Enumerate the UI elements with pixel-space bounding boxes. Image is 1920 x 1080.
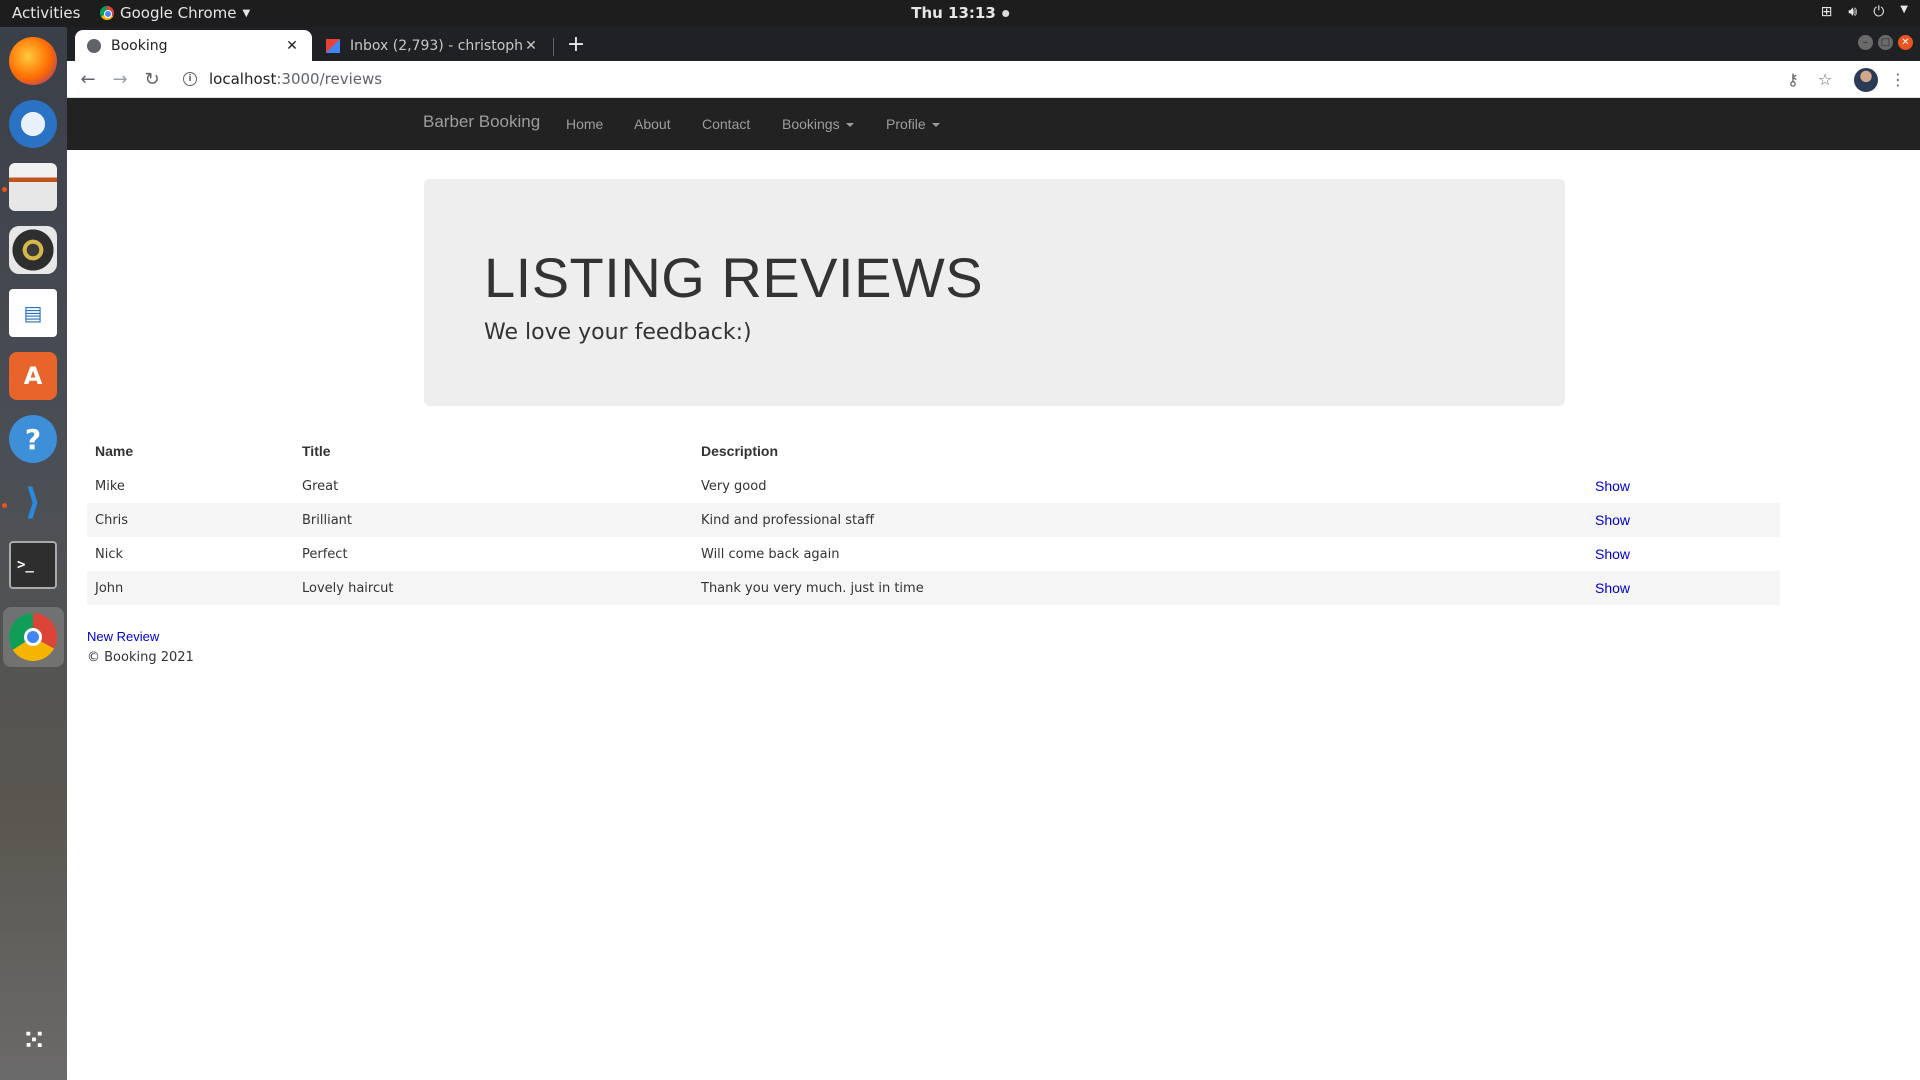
vscode-icon[interactable]: ⟩ xyxy=(9,478,57,526)
table-row: Nick Perfect Will come back again Show xyxy=(87,537,1780,571)
cell-name: Nick xyxy=(95,546,124,562)
nav-profile-label: Profile xyxy=(886,116,926,132)
nav-bookings-dropdown[interactable]: Bookings xyxy=(782,116,854,132)
chrome-icon[interactable] xyxy=(9,613,57,661)
cell-title: Lovely haircut xyxy=(302,580,394,596)
cell-title: Brilliant xyxy=(302,512,353,528)
terminal-icon[interactable]: >_ xyxy=(9,541,57,589)
app-menu-label: Google Chrome xyxy=(120,4,237,22)
chevron-down-icon: ▼ xyxy=(242,7,251,19)
minimize-button[interactable]: – xyxy=(1858,35,1873,50)
chrome-icon xyxy=(100,6,114,20)
close-window-button[interactable]: ✕ xyxy=(1898,35,1913,50)
system-top-bar: Activities Google Chrome ▼ Thu 13:13 ⊞ 🔊… xyxy=(0,0,1920,27)
cell-description: Will come back again xyxy=(701,546,840,562)
tab-title: Inbox (2,793) - christophe xyxy=(350,37,523,54)
nav-profile-dropdown[interactable]: Profile xyxy=(886,116,940,132)
url-path: :3000/reviews xyxy=(276,70,383,88)
cell-description: Very good xyxy=(701,478,767,494)
forward-button[interactable]: → xyxy=(107,67,133,93)
back-button[interactable]: ← xyxy=(75,67,101,93)
show-apps-icon[interactable]: ⁙ xyxy=(9,1017,57,1065)
nav-bookings-label: Bookings xyxy=(782,116,840,132)
table-row: John Lovely haircut Thank you very much.… xyxy=(87,571,1780,605)
tab-booking[interactable]: Booking ✕ xyxy=(75,30,312,61)
system-tray[interactable]: ⊞ 🔊︎ ⏻ ▼ xyxy=(1821,4,1908,20)
rhythmbox-icon[interactable] xyxy=(9,226,57,274)
table-row: Mike Great Very good Show xyxy=(87,469,1780,503)
network-icon: ⊞ xyxy=(1820,4,1833,20)
software-center-icon[interactable]: A xyxy=(9,352,57,400)
app-menu[interactable]: Google Chrome ▼ xyxy=(100,4,250,22)
key-icon[interactable]: ⚷ xyxy=(1781,67,1805,93)
nav-about[interactable]: About xyxy=(634,116,671,132)
navbar-brand[interactable]: Barber Booking xyxy=(423,112,540,132)
tab-inbox[interactable]: Inbox (2,793) - christophe ✕ xyxy=(314,30,551,61)
clock[interactable]: Thu 13:13 xyxy=(911,4,1009,22)
table-row: Chris Brilliant Kind and professional st… xyxy=(87,503,1780,537)
dock: ▤ A ? ⟩ >_ ⁙ xyxy=(0,27,67,1080)
notification-dot xyxy=(1001,9,1009,17)
reviews-table: Name Title Description Mike Great Very g… xyxy=(87,432,1780,605)
address-bar[interactable]: i localhost:3000/reviews xyxy=(179,64,1819,94)
column-header-title: Title xyxy=(302,442,331,459)
show-link[interactable]: Show xyxy=(1595,512,1630,528)
column-header-name: Name xyxy=(95,442,134,459)
page-subtitle: We love your feedback:) xyxy=(484,320,752,345)
column-header-actions xyxy=(1587,432,1780,469)
new-tab-button[interactable]: + xyxy=(563,32,589,57)
cell-name: Mike xyxy=(95,478,125,494)
firefox-icon[interactable] xyxy=(9,37,57,85)
maximize-button[interactable]: □ xyxy=(1878,35,1893,50)
dock-running-indicator xyxy=(2,503,7,508)
gmail-icon xyxy=(326,38,340,53)
caret-down-icon xyxy=(845,123,854,128)
page-viewport: Barber Booking Home About Contact Bookin… xyxy=(67,98,1920,1080)
activities-button[interactable]: Activities xyxy=(12,4,80,22)
nav-home[interactable]: Home xyxy=(566,116,603,132)
chrome-icon-center xyxy=(24,628,42,646)
close-icon[interactable]: ✕ xyxy=(284,38,300,54)
clock-label: Thu 13:13 xyxy=(911,4,996,22)
power-icon: ⏻ xyxy=(1873,4,1885,20)
kebab-menu-icon[interactable]: ⋮ xyxy=(1886,67,1910,93)
url-host: localhost xyxy=(209,70,277,88)
table-header-row: Name Title Description xyxy=(87,432,1780,469)
page-footer: © Booking 2021 xyxy=(87,650,194,665)
chevron-down-icon: ▼ xyxy=(1900,4,1908,15)
nav-contact[interactable]: Contact xyxy=(702,116,750,132)
column-header-description: Description xyxy=(701,442,779,459)
avatar[interactable] xyxy=(1854,68,1878,92)
info-icon[interactable]: i xyxy=(183,72,197,86)
show-link[interactable]: Show xyxy=(1595,580,1630,596)
dock-running-indicator xyxy=(2,187,7,192)
globe-icon xyxy=(87,38,101,53)
page-title: LISTING REVIEWS xyxy=(484,246,984,309)
show-link[interactable]: Show xyxy=(1595,478,1630,494)
files-icon[interactable] xyxy=(9,163,57,211)
cell-title: Great xyxy=(302,478,339,494)
new-review-link[interactable]: New Review xyxy=(87,629,159,644)
cell-name: John xyxy=(95,580,124,596)
browser-toolbar: ← → ↻ i localhost:3000/reviews ⚷ ☆ ⋮ xyxy=(67,61,1920,98)
tab-title: Booking xyxy=(111,37,168,54)
star-icon[interactable]: ☆ xyxy=(1813,67,1837,93)
jumbotron: LISTING REVIEWS We love your feedback:) xyxy=(424,179,1565,406)
tab-separator xyxy=(553,38,554,56)
close-icon[interactable]: ✕ xyxy=(523,38,539,54)
reload-button[interactable]: ↻ xyxy=(139,67,165,93)
tab-strip: Booking ✕ Inbox (2,793) - christophe ✕ +… xyxy=(67,27,1920,61)
show-link[interactable]: Show xyxy=(1595,546,1630,562)
caret-down-icon xyxy=(931,123,940,128)
cell-description: Thank you very much. just in time xyxy=(701,580,924,596)
cell-name: Chris xyxy=(95,512,129,528)
cell-title: Perfect xyxy=(302,546,348,562)
help-icon[interactable]: ? xyxy=(9,415,57,463)
thunderbird-icon[interactable] xyxy=(9,100,57,148)
site-navbar: Barber Booking Home About Contact Bookin… xyxy=(67,98,1920,150)
writer-icon[interactable]: ▤ xyxy=(9,289,57,337)
volume-icon: 🔊︎ xyxy=(1848,4,1858,20)
cell-description: Kind and professional staff xyxy=(701,512,875,528)
